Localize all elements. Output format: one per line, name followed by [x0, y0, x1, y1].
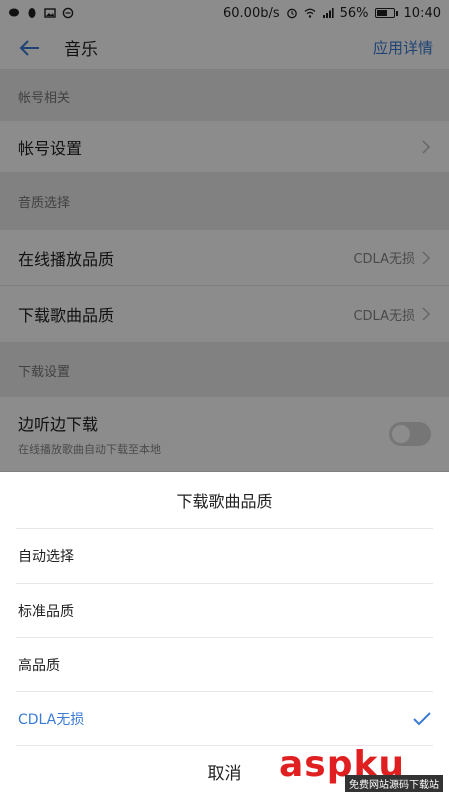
option-label: 标准品质 — [18, 604, 74, 620]
option-cdla-lossless[interactable]: CDLA无损 — [0, 692, 449, 746]
watermark: aspku 免费网站源码下载站 — [275, 744, 445, 792]
checkmark-icon — [413, 712, 431, 726]
option-high[interactable]: 高品质 — [0, 638, 449, 692]
sheet-title: 下载歌曲品质 — [176, 492, 273, 511]
option-label: CDLA无损 — [18, 712, 85, 728]
watermark-subtitle: 免费网站源码下载站 — [345, 775, 443, 792]
option-standard[interactable]: 标准品质 — [0, 584, 449, 638]
option-auto[interactable]: 自动选择 — [0, 529, 449, 583]
option-label: 自动选择 — [18, 549, 74, 565]
option-label: 高品质 — [18, 658, 60, 674]
